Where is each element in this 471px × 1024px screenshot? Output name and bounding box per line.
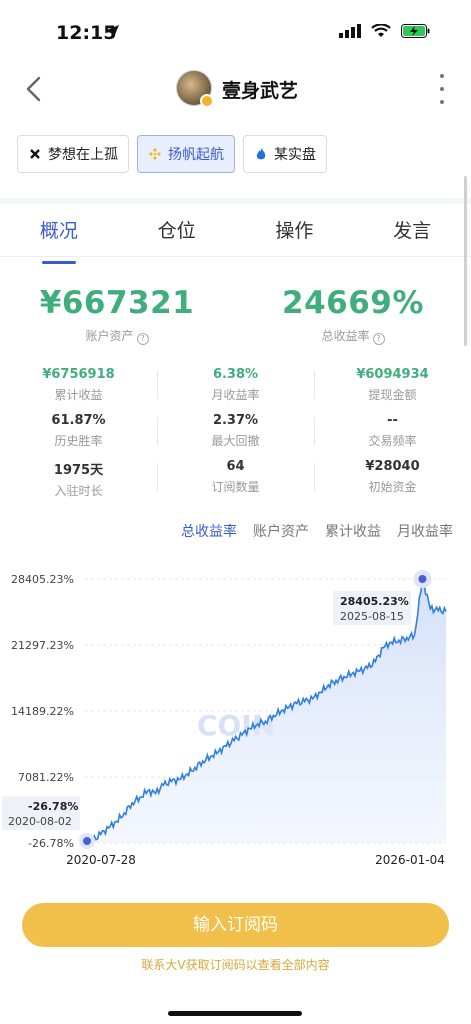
- stat-monthly-return: 6.38% 月收益率: [157, 365, 314, 411]
- return-chart-svg: 28405.23% 21297.23% 14189.22% 7081.22% -26.7…: [2, 570, 447, 867]
- chart-tab-assets[interactable]: 账户资产: [253, 521, 309, 541]
- y-tick-label: 21297.23%: [11, 639, 74, 652]
- return-value: 24669%: [282, 285, 424, 321]
- stats-row: ¥6756918 累计收益 6.38% 月收益率 ¥6094934 提现金额: [0, 365, 471, 411]
- stat-trade-frequency: -- 交易频率: [314, 411, 471, 457]
- stats-row: 1975天 入驻时长 64 订阅数量 ¥28040 初始资金: [0, 457, 471, 503]
- scroll-indicator: [464, 176, 467, 346]
- verified-badge-icon: [200, 94, 214, 108]
- chart-tab-monthly[interactable]: 月收益率: [397, 521, 453, 541]
- account-chips: 梦想在上孤 扬帆起航 某实盘: [17, 135, 327, 173]
- y-tick-label: 28405.23%: [11, 573, 74, 586]
- chip-account-1[interactable]: 梦想在上孤: [17, 135, 129, 173]
- help-icon[interactable]: ?: [136, 333, 149, 345]
- tab-operations[interactable]: 操作: [265, 214, 323, 256]
- chip-label: 梦想在上孤: [48, 147, 118, 163]
- stat-label: 历史胜率: [54, 434, 103, 448]
- stat-value: 6.38%: [212, 367, 259, 382]
- stat-value: 64: [226, 459, 245, 474]
- stat-label: 月收益率: [211, 388, 260, 402]
- max-marker-dot: [418, 575, 427, 583]
- min-marker-dot: [83, 837, 91, 845]
- tab-overview[interactable]: 概况: [30, 214, 88, 264]
- help-icon[interactable]: ?: [372, 333, 385, 345]
- page-title: 壹身武艺: [222, 80, 299, 102]
- stat-days-joined: 1975天 入驻时长: [0, 457, 157, 503]
- flame-logo-icon: [256, 148, 266, 160]
- cross-logo-icon: [30, 149, 40, 159]
- stat-initial-capital: ¥28040 初始资金: [314, 457, 471, 503]
- max-tooltip-date: 2025-08-15: [340, 610, 404, 623]
- stat-label: 交易频率: [368, 434, 417, 448]
- status-bar: 12:15: [0, 0, 471, 64]
- return-label: 总收益率: [321, 329, 370, 343]
- assets-stat: ¥667321 账户资产?: [17, 285, 217, 345]
- stat-win-rate: 61.87% 历史胜率: [0, 411, 157, 457]
- stat-cumulative-profit: ¥6756918 累计收益: [0, 365, 157, 411]
- stat-value: 2.37%: [212, 413, 259, 428]
- return-label-row: 总收益率?: [253, 327, 453, 345]
- section-divider: [0, 198, 471, 204]
- stat-max-drawdown: 2.37% 最大回撤: [157, 411, 314, 457]
- more-options-icon[interactable]: [437, 74, 447, 104]
- stat-subscribers: 64 订阅数量: [157, 457, 314, 503]
- stats-row: 61.87% 历史胜率 2.37% 最大回撤 -- 交易频率: [0, 411, 471, 457]
- chart-tab-total-return[interactable]: 总收益率: [181, 521, 237, 541]
- assets-label-row: 账户资产?: [17, 327, 217, 345]
- min-tooltip-date: 2020-08-02: [8, 815, 72, 828]
- binance-logo-icon: [149, 148, 161, 160]
- stat-label: 初始资金: [368, 480, 417, 494]
- assets-value: ¥667321: [39, 285, 195, 321]
- stat-label: 累计收益: [54, 388, 103, 402]
- stats-grid: ¥6756918 累计收益 6.38% 月收益率 ¥6094934 提现金额 6…: [0, 365, 471, 503]
- stat-value: ¥6756918: [42, 367, 115, 382]
- cta-hint: 联系大V获取订阅码以查看全部内容: [141, 958, 330, 972]
- chip-label: 扬帆起航: [168, 147, 224, 163]
- chart-tabs: 总收益率 账户资产 累计收益 月收益率: [181, 521, 453, 541]
- tab-posts[interactable]: 发言: [383, 214, 441, 256]
- y-tick-label: 7081.22%: [18, 771, 74, 784]
- stat-withdrawn: ¥6094934 提现金额: [314, 365, 471, 411]
- y-tick-label: -26.78%: [28, 837, 74, 850]
- summary-stats: ¥667321 账户资产? 24669% 总收益率?: [0, 285, 471, 355]
- signal-icon: [339, 24, 361, 38]
- assets-label: 账户资产: [85, 329, 134, 343]
- location-arrow-icon: [107, 25, 119, 37]
- home-indicator: [168, 1011, 302, 1016]
- stat-label: 订阅数量: [211, 480, 260, 494]
- tabs-divider: [0, 256, 471, 257]
- tab-positions[interactable]: 仓位: [148, 214, 206, 256]
- stat-value: 1975天: [53, 463, 104, 478]
- chip-label: 某实盘: [274, 147, 316, 163]
- max-tooltip-value: 28405.23%: [340, 595, 409, 608]
- battery-charging-icon: [401, 24, 430, 38]
- chart-tab-cumulative[interactable]: 累计收益: [325, 521, 381, 541]
- chip-account-3[interactable]: 某实盘: [243, 135, 327, 173]
- x-tick-label: 2020-07-28: [66, 853, 136, 867]
- enter-code-button[interactable]: 输入订阅码: [22, 903, 449, 947]
- stat-label: 入驻时长: [54, 484, 103, 498]
- stat-value: 61.87%: [51, 413, 106, 428]
- stat-value: ¥6094934: [356, 367, 429, 382]
- return-chart: 28405.23% 21297.23% 14189.22% 7081.22% -26.7…: [0, 560, 471, 880]
- stat-label: 提现金额: [368, 388, 417, 402]
- nav-bar: 壹身武艺: [0, 64, 471, 114]
- min-tooltip-value: -26.78%: [28, 800, 78, 813]
- return-stat: 24669% 总收益率?: [253, 285, 453, 345]
- stat-value: --: [387, 413, 398, 428]
- stat-value: ¥28040: [365, 459, 420, 474]
- stat-label: 最大回撤: [211, 434, 260, 448]
- x-tick-label: 2026-01-04: [375, 853, 445, 867]
- wifi-icon: [371, 24, 391, 37]
- chip-account-2[interactable]: 扬帆起航: [137, 135, 235, 173]
- back-chevron-icon[interactable]: [20, 72, 50, 106]
- main-tabs: 概况 仓位 操作 发言: [0, 214, 471, 264]
- y-tick-label: 14189.22%: [11, 705, 74, 718]
